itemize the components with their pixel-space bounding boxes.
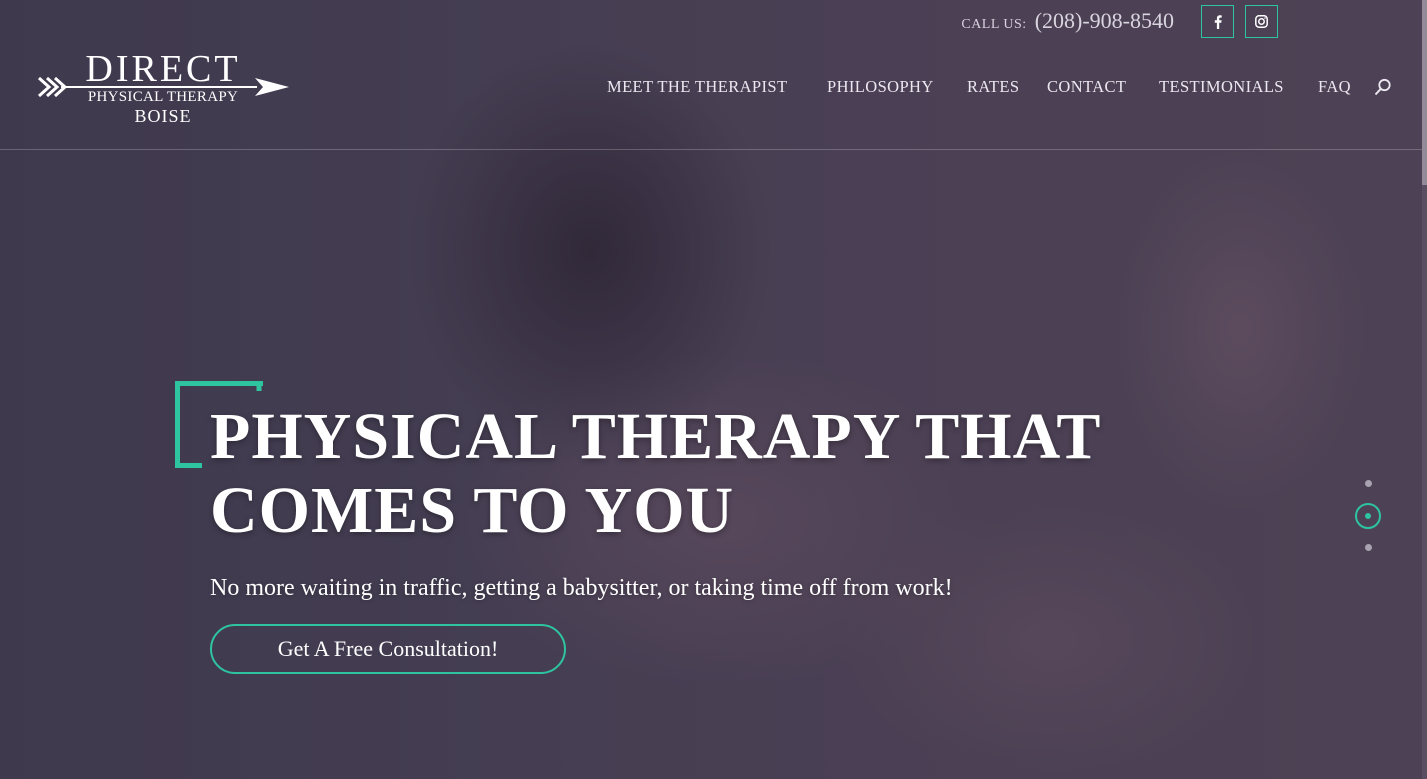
main-nav: MEET THE THERAPIST PHILOSOPHY RATES CONT…: [0, 76, 1422, 98]
scrollbar[interactable]: [1422, 0, 1427, 779]
nav-item-testimonials[interactable]: TESTIMONIALS: [1159, 76, 1284, 98]
hero-title-line-1: PHYSICAL THERAPY THAT: [210, 400, 1102, 473]
slider-dot-2-active[interactable]: [1355, 503, 1381, 529]
nav-item-rates[interactable]: RATES: [967, 76, 1019, 98]
logo-location: BOISE: [134, 106, 192, 126]
nav-item-contact[interactable]: CONTACT: [1047, 76, 1126, 98]
call-us: CALL US: (208)-908-8540: [961, 8, 1174, 36]
free-consultation-button[interactable]: Get A Free Consultation!: [210, 624, 566, 674]
hero-title-line-2: COMES TO YOU: [210, 474, 735, 547]
instagram-icon: [1255, 15, 1268, 28]
facebook-button[interactable]: [1201, 5, 1234, 38]
nav-item-meet-the-therapist[interactable]: MEET THE THERAPIST: [607, 76, 787, 98]
nav-item-philosophy[interactable]: PHILOSOPHY: [827, 76, 934, 98]
hero-title: PHYSICAL THERAPY THAT COMES TO YOU: [210, 400, 1210, 548]
scrollbar-thumb[interactable]: [1422, 0, 1427, 185]
hero-subtitle: No more waiting in traffic, getting a ba…: [210, 575, 953, 601]
slider-dot-1[interactable]: [1365, 480, 1372, 487]
search-icon[interactable]: [1374, 78, 1392, 96]
slider-dot-3[interactable]: [1365, 544, 1372, 551]
nav-item-faq[interactable]: FAQ: [1318, 76, 1351, 98]
phone-number[interactable]: (208)-908-8540: [1035, 8, 1174, 34]
site-header: DIRECT PHYSICAL THERAPY BOISE CALL US: (…: [0, 0, 1422, 150]
facebook-icon: [1214, 14, 1222, 29]
call-us-label: CALL US:: [961, 17, 1027, 32]
instagram-button[interactable]: [1245, 5, 1278, 38]
